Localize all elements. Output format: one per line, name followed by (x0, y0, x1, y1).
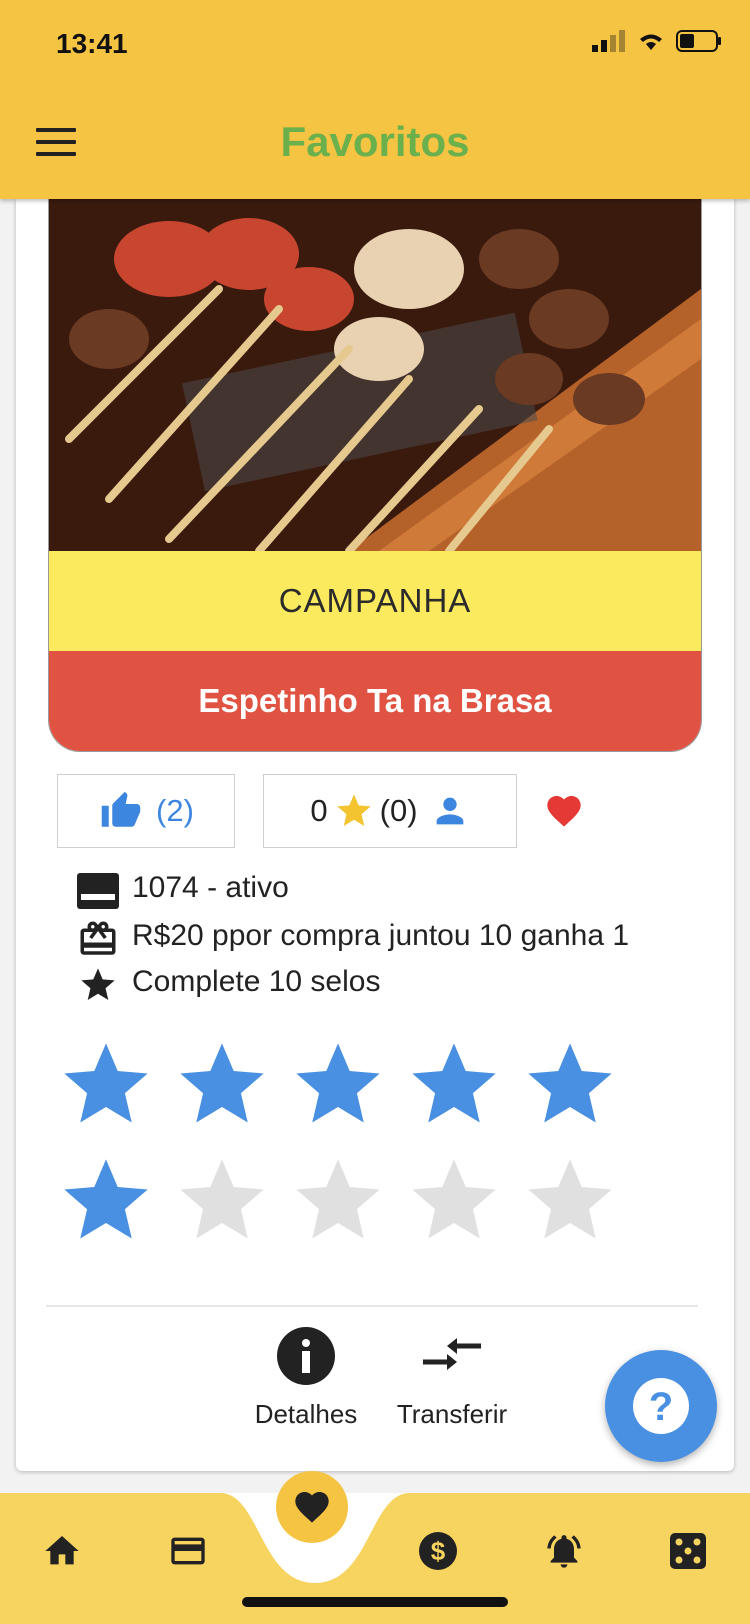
nav-home[interactable] (38, 1527, 86, 1575)
stamp-filled (56, 1151, 156, 1251)
like-button[interactable]: (2) (57, 774, 235, 848)
promo-image (49, 199, 701, 555)
gift-icon (80, 921, 116, 955)
stamp-filled (404, 1035, 504, 1135)
rating-count: (0) (379, 793, 418, 828)
stamp-filled (288, 1035, 388, 1135)
transfer-label: Transferir (396, 1399, 508, 1429)
heart-icon (295, 1492, 329, 1523)
signal-icon (592, 30, 625, 52)
home-indicator (242, 1597, 508, 1607)
card-status: 1074 - ativo (132, 871, 289, 904)
promo-banner[interactable]: CAMPANHA Espetinho Ta na Brasa (48, 199, 702, 752)
status-icons (592, 30, 722, 52)
stamp-star-icon (296, 1159, 380, 1239)
campaign-label: CAMPANHA (49, 551, 701, 651)
dice-icon (670, 1533, 706, 1569)
bottom-nav: $ (0, 1471, 750, 1624)
nav-alerts[interactable] (540, 1527, 588, 1575)
rating-value: 0 (310, 793, 328, 828)
wifi-icon (640, 34, 662, 50)
details-label: Detalhes (254, 1399, 358, 1429)
alarm-bell-icon (547, 1535, 581, 1568)
stamp-star-icon (64, 1043, 148, 1123)
help-glyph: ? (649, 1385, 673, 1429)
page-title: Favoritos (280, 118, 470, 165)
stamp-star-icon (296, 1043, 380, 1123)
stamp-star-icon (528, 1043, 612, 1123)
svg-text:$: $ (431, 1536, 446, 1566)
reward-row: R$20 ppor compra juntou 10 ganha 1 churr… (76, 919, 662, 959)
stamp-filled (172, 1035, 272, 1135)
stamp-empty (288, 1151, 388, 1251)
card-icon (77, 873, 119, 909)
battery-icon (676, 30, 721, 52)
stamp-star-icon (412, 1159, 496, 1239)
stamp-filled (520, 1035, 620, 1135)
nav-cards[interactable] (164, 1527, 212, 1575)
stamps-label-row: Complete 10 selos (76, 965, 380, 1005)
stamp-star-icon (528, 1159, 612, 1239)
stamp-star-icon (412, 1043, 496, 1123)
nav-favorites[interactable] (276, 1471, 348, 1543)
transfer-icon (423, 1338, 481, 1370)
stamps-label: Complete 10 selos (132, 965, 381, 998)
nav-money[interactable]: $ (414, 1527, 462, 1575)
home-icon (45, 1536, 79, 1565)
nav-games[interactable] (664, 1527, 712, 1575)
stamp-star-icon (180, 1159, 264, 1239)
details-button[interactable]: Detalhes (236, 1325, 376, 1430)
favorite-heart-icon[interactable] (542, 791, 586, 831)
stamp-empty (520, 1151, 620, 1251)
credit-card-icon (171, 1537, 205, 1565)
loyalty-card: CAMPANHA Espetinho Ta na Brasa (2) 0 (0)… (16, 199, 734, 1471)
info-icon (277, 1327, 335, 1385)
status-time: 13:41 (56, 28, 128, 59)
stamp-filled (56, 1035, 156, 1135)
person-icon (436, 797, 463, 825)
stamp-empty (404, 1151, 504, 1251)
rating-button[interactable]: 0 (0) (263, 774, 517, 848)
reward-text: R$20 ppor compra juntou 10 ganha 1 churr… (132, 919, 630, 957)
app-header: 13:41 Favoritos (0, 0, 750, 199)
dollar-icon: $ (419, 1532, 457, 1570)
stamp-star-icon (180, 1043, 264, 1123)
star-outline-icon (81, 968, 115, 1000)
divider (46, 1305, 698, 1307)
store-name: Espetinho Ta na Brasa (49, 651, 701, 751)
star-icon (337, 794, 371, 826)
card-status-row: 1074 - ativo (76, 871, 289, 911)
thumbs-up-icon (101, 791, 141, 827)
stamp-empty (172, 1151, 272, 1251)
help-icon: ? (633, 1378, 689, 1434)
help-button[interactable]: ? (605, 1350, 717, 1462)
stamp-star-icon (64, 1159, 148, 1239)
like-count: (2) (156, 793, 194, 828)
transfer-button[interactable]: Transferir (382, 1325, 522, 1430)
